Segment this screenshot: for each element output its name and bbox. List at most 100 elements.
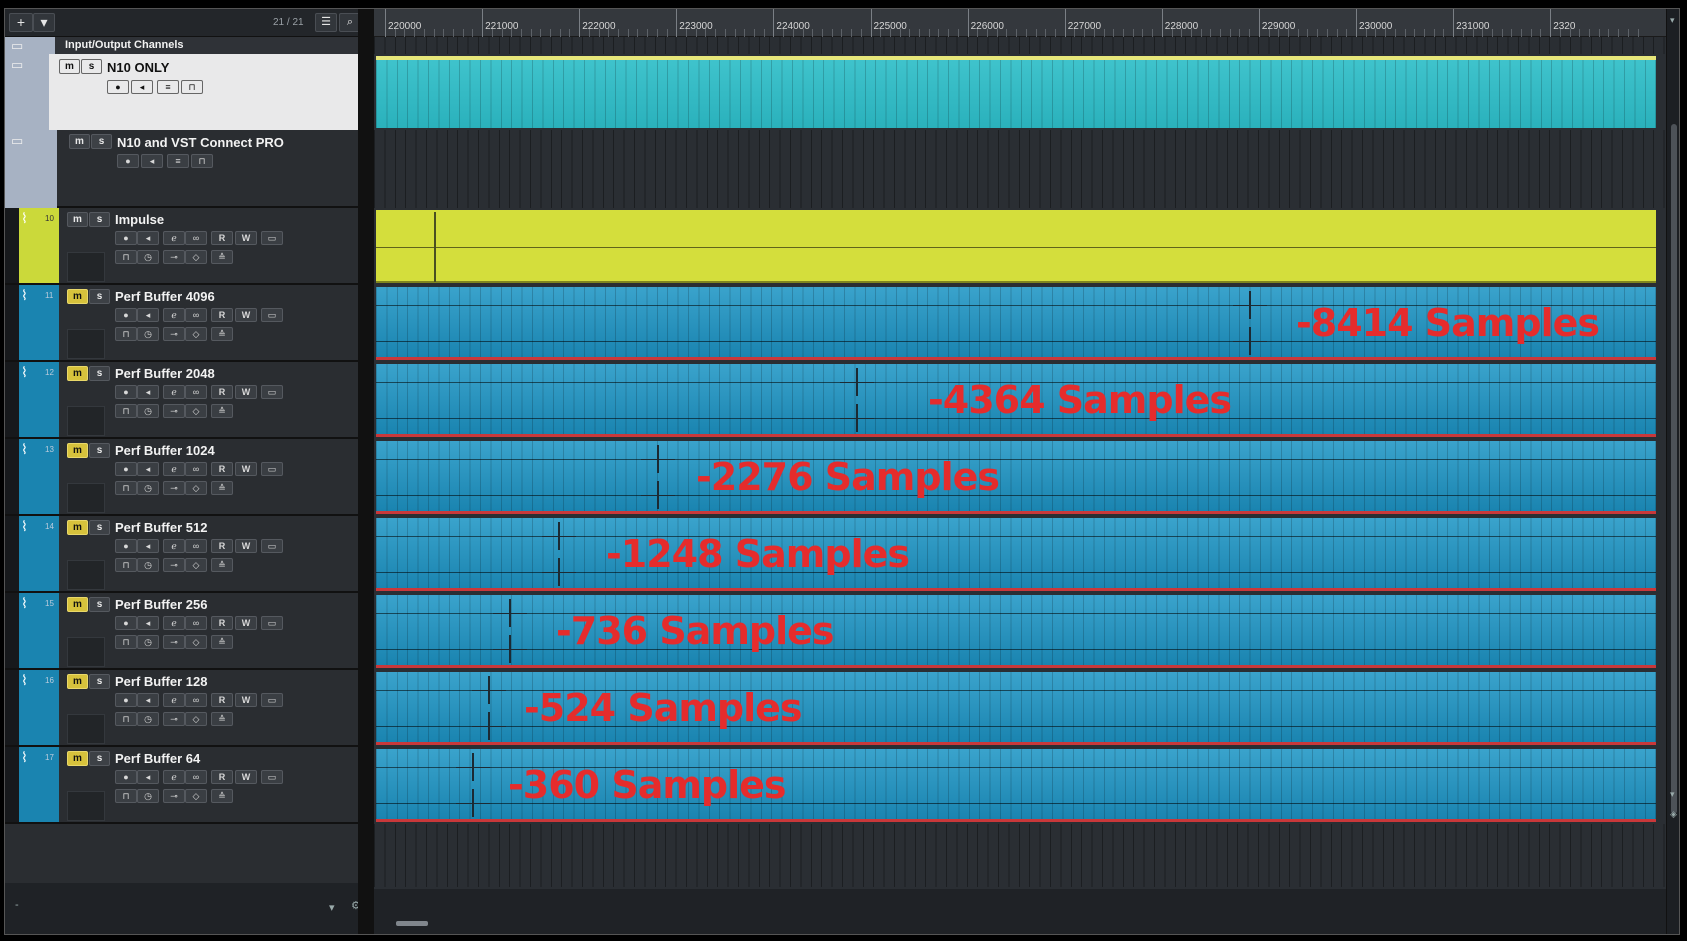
lane-perf-buffer[interactable]: -2276 Samples <box>374 439 1666 516</box>
horizontal-scroll-thumb[interactable] <box>396 921 428 926</box>
timebase-icon[interactable]: ℯ <box>163 693 185 707</box>
clock-icon[interactable]: ◷ <box>137 327 159 341</box>
timeline-ruler[interactable]: 220000 221000 222000 223000 224000 225000 2260… <box>374 9 1666 37</box>
track-list-splitter[interactable] <box>358 9 374 934</box>
eq-icon[interactable]: ≙ <box>211 635 233 649</box>
lock-icon[interactable]: ⊓ <box>191 154 213 168</box>
link-icon[interactable]: ∞ <box>185 616 207 630</box>
timebase-icon[interactable]: ℯ <box>163 616 185 630</box>
mute-button[interactable]: m <box>67 212 88 227</box>
audio-track-header[interactable]: ⌇ 12 m s Perf Buffer 2048 ● ◂ ℯ ∞ R W ▭ … <box>5 362 365 439</box>
clock-icon[interactable]: ◷ <box>137 250 159 264</box>
lane-n10-only[interactable] <box>374 54 1666 130</box>
audio-event-recording[interactable]: -524 Samples <box>376 672 1656 745</box>
solo-button[interactable]: s <box>91 134 112 149</box>
solo-button[interactable]: s <box>89 366 110 381</box>
write-automation-button[interactable]: W <box>235 693 257 707</box>
mute-button[interactable]: m <box>67 674 88 689</box>
mute-button[interactable]: m <box>67 597 88 612</box>
link-icon[interactable]: ∞ <box>185 385 207 399</box>
audio-event-recording[interactable]: -2276 Samples <box>376 441 1656 514</box>
insert-icon[interactable]: ⊸ <box>163 481 185 495</box>
insert-icon[interactable]: ⊸ <box>163 558 185 572</box>
lane-perf-buffer[interactable]: -524 Samples <box>374 670 1666 747</box>
solo-button[interactable]: s <box>89 751 110 766</box>
mute-button[interactable]: m <box>67 443 88 458</box>
solo-button[interactable]: s <box>89 520 110 535</box>
eq-icon[interactable]: ≙ <box>211 250 233 264</box>
timebase-icon[interactable]: ℯ <box>163 308 185 322</box>
channel-settings-icon[interactable]: ▭ <box>261 231 283 245</box>
insert-icon[interactable]: ⊸ <box>163 250 185 264</box>
solo-button[interactable]: s <box>89 597 110 612</box>
record-enable-icon[interactable]: ● <box>115 539 137 553</box>
read-automation-button[interactable]: R <box>211 385 233 399</box>
audio-track-header[interactable]: ⌇ 11 m s Perf Buffer 4096 ● ◂ ℯ ∞ R W ▭ … <box>5 285 365 362</box>
pan-icon[interactable]: ◇ <box>185 327 207 341</box>
audio-event-recording[interactable]: -736 Samples <box>376 595 1656 668</box>
folder-track-n10-vst-connect[interactable]: ▭ m s N10 and VST Connect PRO ● ◂ ≡ ⊓ <box>5 130 365 208</box>
folder-track-io[interactable]: ▭ Input/Output Channels <box>5 37 365 54</box>
audio-track-header[interactable]: ⌇ 16 m s Perf Buffer 128 ● ◂ ℯ ∞ R W ▭ ⊓… <box>5 670 365 747</box>
mute-button[interactable]: m <box>67 751 88 766</box>
write-automation-button[interactable]: W <box>235 462 257 476</box>
audio-event-recording[interactable]: -4364 Samples <box>376 364 1656 437</box>
link-icon[interactable]: ∞ <box>185 308 207 322</box>
lock-icon[interactable]: ⊓ <box>115 789 137 803</box>
record-enable-icon[interactable]: ● <box>115 462 137 476</box>
pan-icon[interactable]: ◇ <box>185 404 207 418</box>
write-automation-button[interactable]: W <box>235 770 257 784</box>
mute-button[interactable]: m <box>67 366 88 381</box>
audio-track-header[interactable]: ⌇ 14 m s Perf Buffer 512 ● ◂ ℯ ∞ R W ▭ ⊓… <box>5 516 365 593</box>
add-track-dropdown-button[interactable]: ▾ <box>33 13 55 32</box>
lane-io-folder[interactable] <box>374 37 1666 54</box>
record-enable-icon[interactable]: ● <box>115 693 137 707</box>
clock-icon[interactable]: ◷ <box>137 404 159 418</box>
pan-icon[interactable]: ◇ <box>185 558 207 572</box>
write-automation-button[interactable]: W <box>235 385 257 399</box>
monitor-icon[interactable]: ◂ <box>137 231 159 245</box>
timebase-icon[interactable]: ℯ <box>163 385 185 399</box>
lane-perf-buffer[interactable]: -8414 Samples <box>374 285 1666 362</box>
audio-track-header[interactable]: ⌇ 17 m s Perf Buffer 64 ● ◂ ℯ ∞ R W ▭ ⊓ … <box>5 747 365 824</box>
link-icon[interactable]: ∞ <box>185 770 207 784</box>
lane-n10-vst-connect[interactable] <box>374 130 1666 208</box>
mute-button[interactable]: m <box>67 520 88 535</box>
timebase-icon[interactable]: ℯ <box>163 770 185 784</box>
lane-icon[interactable]: ≡ <box>167 154 189 168</box>
solo-button[interactable]: s <box>89 674 110 689</box>
audio-track-header[interactable]: ⌇ 10 m s Impulse ● ◂ ℯ ∞ R W ▭ ⊓ ◷ ⊸ ◇ ≙ <box>5 208 365 285</box>
chevron-down-icon[interactable]: ▾ <box>329 901 335 914</box>
zoom-minus-icon[interactable]: - <box>15 899 19 911</box>
arrangement-area[interactable]: 220000 221000 222000 223000 224000 225000 2260… <box>374 9 1666 934</box>
mute-button[interactable]: m <box>69 134 90 149</box>
lane-perf-buffer[interactable]: -4364 Samples <box>374 362 1666 439</box>
record-enable-icon[interactable]: ● <box>115 231 137 245</box>
folder-event-n10-only[interactable] <box>376 56 1656 128</box>
pan-icon[interactable]: ◇ <box>185 481 207 495</box>
chevron-down-icon[interactable]: ▾ <box>1670 15 1675 26</box>
audio-track-header[interactable]: ⌇ 13 m s Perf Buffer 1024 ● ◂ ℯ ∞ R W ▭ … <box>5 439 365 516</box>
channel-settings-icon[interactable]: ▭ <box>261 539 283 553</box>
insert-icon[interactable]: ⊸ <box>163 712 185 726</box>
write-automation-button[interactable]: W <box>235 539 257 553</box>
clock-icon[interactable]: ◷ <box>137 481 159 495</box>
record-enable-icon[interactable]: ● <box>107 80 129 94</box>
link-icon[interactable]: ∞ <box>185 231 207 245</box>
lock-icon[interactable]: ⊓ <box>115 250 137 264</box>
lane-icon[interactable]: ≡ <box>157 80 179 94</box>
lock-icon[interactable]: ⊓ <box>115 558 137 572</box>
read-automation-button[interactable]: R <box>211 308 233 322</box>
audio-event-recording[interactable]: -360 Samples <box>376 749 1656 822</box>
monitor-icon[interactable]: ◂ <box>137 770 159 784</box>
timebase-icon[interactable]: ℯ <box>163 462 185 476</box>
add-track-button[interactable]: + <box>9 13 33 32</box>
eq-icon[interactable]: ≙ <box>211 789 233 803</box>
vertical-scroll-thumb[interactable] <box>1671 124 1677 814</box>
mute-button[interactable]: m <box>67 289 88 304</box>
link-icon[interactable]: ∞ <box>185 693 207 707</box>
eq-icon[interactable]: ≙ <box>211 481 233 495</box>
write-automation-button[interactable]: W <box>235 308 257 322</box>
lane-empty[interactable] <box>374 824 1666 887</box>
link-icon[interactable]: ∞ <box>185 462 207 476</box>
